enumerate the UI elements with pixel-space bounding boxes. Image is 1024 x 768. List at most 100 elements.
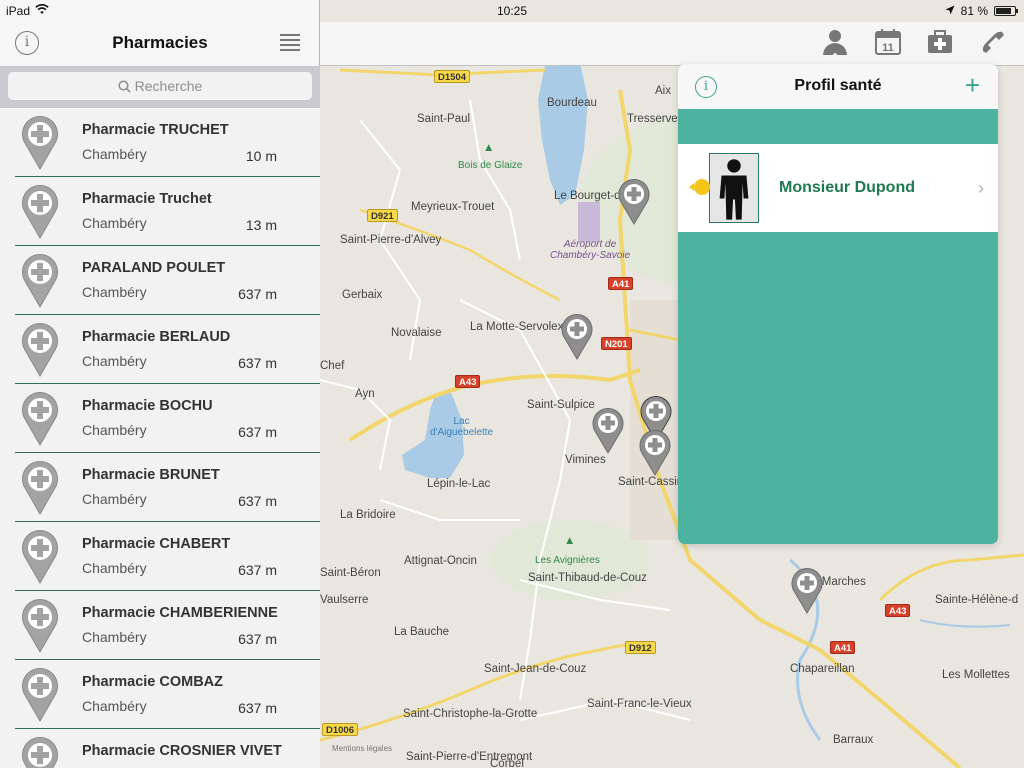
place-label: Ayn [355,388,375,400]
pharmacy-distance: 637 m [238,424,277,440]
list-item[interactable]: Pharmacie TRUCHET Chambéry 10 m [15,108,320,177]
airport-line2: Chambéry-Savoie [550,250,631,261]
pharmacy-distance: 637 m [238,355,277,371]
calendar-day: 11 [882,42,894,54]
pharmacy-name: Pharmacie CROSNIER VIVET [82,743,282,759]
road-sign: D921 [367,209,398,222]
place-label: Tresserve [627,113,678,125]
place-label: La Bridoire [340,509,396,521]
pharmacy-city: Chambéry [82,146,147,162]
page-title: Pharmacies [112,33,208,52]
pharmacy-distance: 637 m [238,700,277,716]
list-view-icon[interactable] [280,34,300,52]
place-label: La Bauche [394,626,449,638]
airport-line1: Aéroport de [563,239,617,250]
tree-icon: ▲ [483,142,495,154]
place-label: Saint-Pierre-d'Alvey [340,234,442,246]
pharmacy-pin-icon [22,598,58,653]
place-label: Gerbaix [342,289,383,301]
place-label: Chapareillan [790,663,855,675]
pharmacy-pin-icon[interactable] [790,566,824,614]
road-sign: A43 [455,375,481,388]
search-placeholder: Recherche [134,78,203,94]
place-label: Saint-Paul [417,113,471,125]
pharmacy-distance: 10 m [245,148,277,164]
list-item[interactable]: Pharmacie BERLAUD Chambéry 637 m [15,315,320,384]
search-input[interactable]: Recherche [8,72,312,100]
pharmacy-list[interactable]: Pharmacie TRUCHET Chambéry 10 m Pharmacie T… [0,108,320,768]
place-label: Saint-Franc-le-Vieux [587,698,692,710]
legal-link[interactable]: Mentions légales [332,744,392,753]
sun-badge-icon [689,179,710,195]
list-item[interactable]: PARALAND POULET Chambéry 637 m [15,246,320,315]
place-label: Barraux [833,734,874,746]
search-bar: Recherche [0,66,320,108]
river [919,619,1011,628]
pharmacy-pin-icon [22,460,58,515]
place-label: Bois de Glaize [458,160,523,171]
pharmacy-distance: 637 m [238,286,277,302]
battery-percent: 81 % [960,4,988,18]
health-profile-popover: i Profil santé + Monsieur Dupond › [678,64,998,544]
road-sign: A43 [885,604,911,617]
place-label: Bourdeau [547,97,597,109]
phone-icon[interactable] [978,27,1008,57]
pharmacy-city: Chambéry [82,698,147,714]
lake-label-line2: d'Aiguebelette [430,427,494,438]
calendar-icon[interactable]: 11 [873,27,903,57]
pharmacy-city: Chambéry [82,491,147,507]
road-sign: N201 [601,337,632,350]
road-sign: D1006 [322,723,358,736]
pharmacy-distance: 637 m [238,493,277,509]
medical-kit-icon[interactable] [925,27,955,57]
place-label: Novalaise [391,327,442,339]
pharmacy-name: PARALAND POULET [82,260,226,276]
place-label: Attignat-Oncin [404,555,477,567]
tree-icon: ▲ [564,535,576,547]
list-item[interactable]: Pharmacie CHABERT Chambéry 637 m [15,522,320,591]
add-profile-button[interactable]: + [965,72,980,98]
place-label: La Motte-Servolex [470,321,564,333]
location-arrow-icon [945,4,955,18]
pharmacy-name: Pharmacie Truchet [82,191,212,207]
list-item[interactable]: Pharmacie BRUNET Chambéry 637 m [15,453,320,522]
road-sign: A41 [608,277,634,290]
road [459,299,572,701]
lake-label-line1: Lac [453,416,470,427]
pharmacy-name: Pharmacie COMBAZ [82,674,224,690]
road-sign: D1504 [434,70,470,83]
status-bar: iPad 10:25 81 % [0,0,1024,22]
chevron-right-icon: › [978,178,984,198]
pharmacy-distance: 13 m [245,217,277,233]
pharmacy-pin-icon [22,667,58,722]
pharmacy-pin-icon[interactable] [591,406,625,454]
status-right: 81 % [945,4,1018,18]
pharmacy-name: Pharmacie CHABERT [82,536,231,552]
pharmacy-pin-icon[interactable] [638,428,672,476]
pharmacy-city: Chambéry [82,422,147,438]
place-label: Saint-Thibaud-de-Couz [528,572,647,584]
list-item[interactable]: Pharmacie Truchet Chambéry 13 m [15,177,320,246]
place-label: Saint-Jean-de-Couz [484,663,587,675]
road [379,499,520,521]
list-item[interactable]: Pharmacie BOCHU Chambéry 637 m [15,384,320,453]
pharmacy-pin-icon [22,322,58,377]
pharmacy-pin-icon[interactable] [617,177,651,225]
lake-bourget [538,62,588,205]
pharmacy-pin-icon[interactable] [560,312,594,360]
list-item[interactable]: Pharmacie COMBAZ Chambéry 637 m [15,660,320,729]
place-label: Chef [320,360,345,372]
place-label: Saint-Béron [320,567,381,579]
list-item[interactable]: Pharmacie CROSNIER VIVET [15,729,320,768]
search-icon [118,80,131,93]
profile-row[interactable]: Monsieur Dupond › [678,144,998,232]
airport-area [578,202,600,242]
list-item[interactable]: Pharmacie CHAMBERIENNE Chambéry 637 m [15,591,320,660]
pharmacy-city: Chambéry [82,353,147,369]
place-label: Aix [655,85,671,97]
place-label: Les Avignières [535,555,600,566]
pharmacy-city: Chambéry [82,560,147,576]
place-label: Saint-Christophe-la-Grotte [403,708,538,720]
pharmacy-city: Chambéry [82,629,147,645]
pharmacy-name: Pharmacie BOCHU [82,398,213,414]
